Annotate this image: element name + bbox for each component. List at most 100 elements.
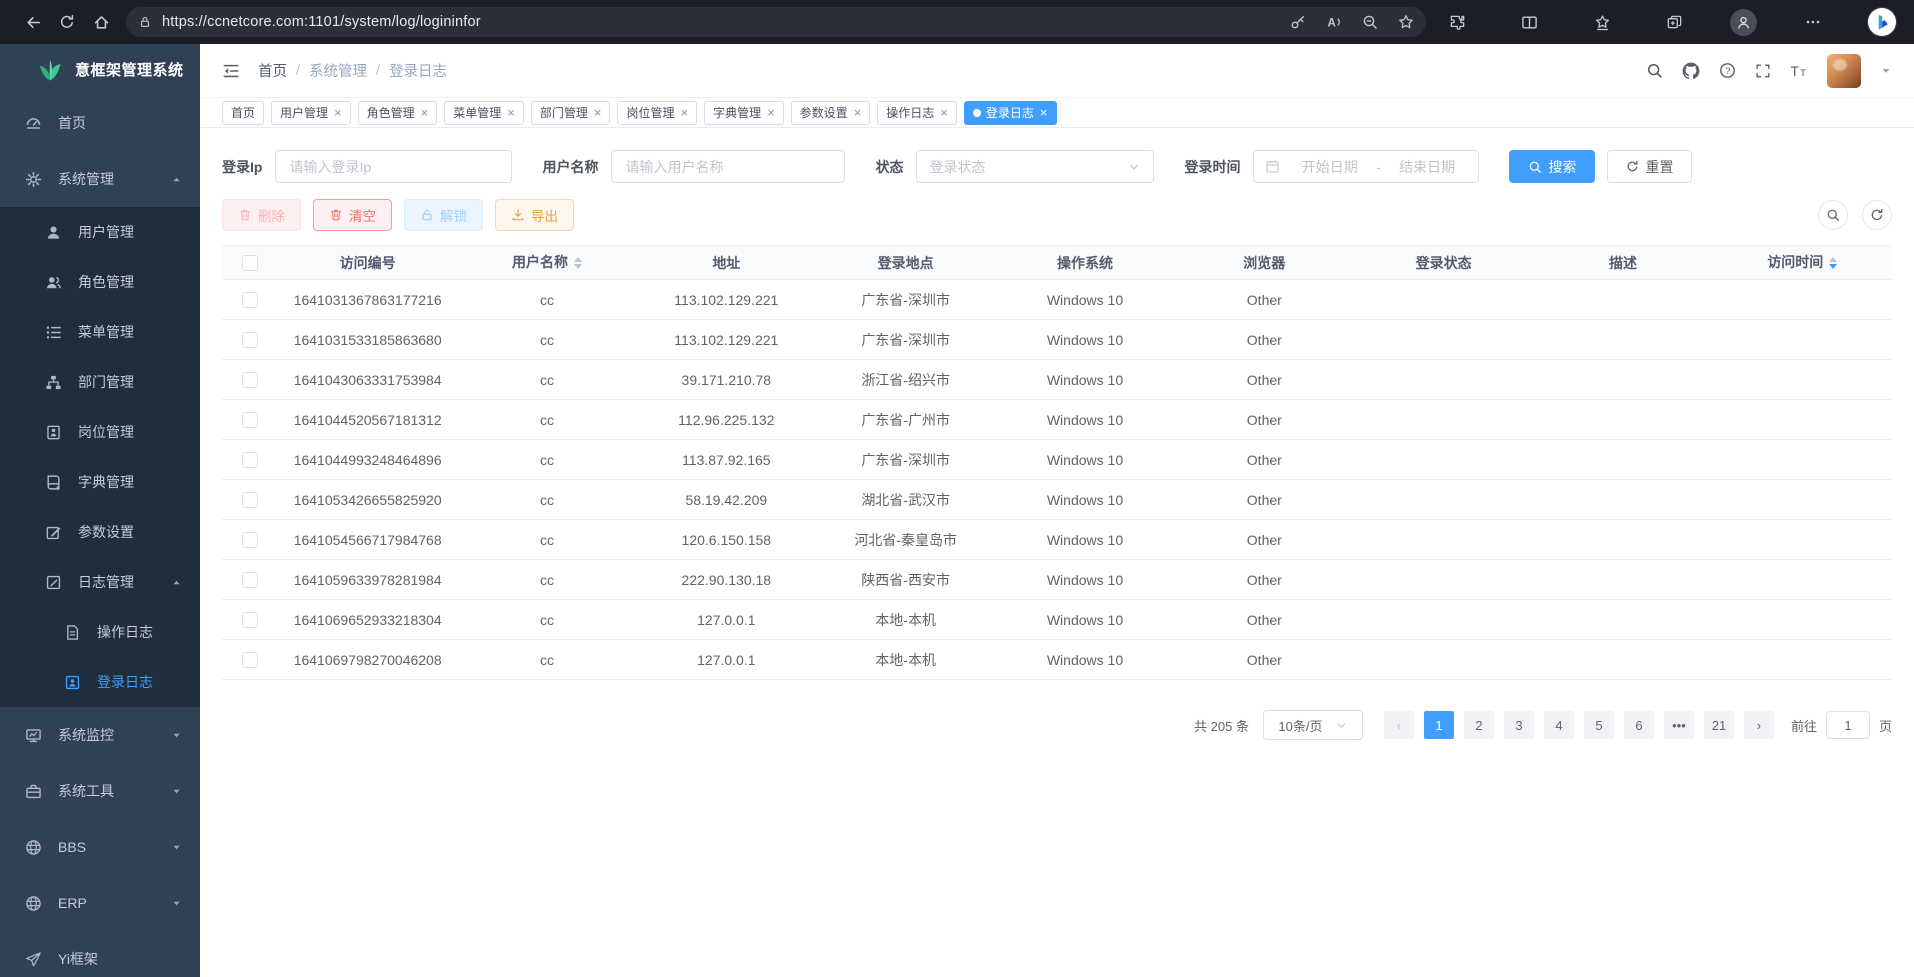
row-checkbox[interactable] xyxy=(242,532,258,548)
github-icon[interactable] xyxy=(1682,62,1700,80)
end-date-placeholder[interactable]: 结束日期 xyxy=(1387,157,1468,177)
tab-view[interactable]: 部门管理× xyxy=(531,101,611,125)
bing-copilot-icon[interactable] xyxy=(1868,8,1896,36)
sidebar-item[interactable]: 用户管理 xyxy=(0,207,200,257)
refresh-table-icon[interactable] xyxy=(1862,200,1892,230)
sidebar-item[interactable]: 系统工具 xyxy=(0,763,200,819)
browser-back-icon[interactable] xyxy=(16,5,50,39)
sidebar-item[interactable]: 首页 xyxy=(0,95,200,151)
date-range-picker[interactable]: 开始日期 - 结束日期 xyxy=(1253,150,1479,183)
sidebar-item[interactable]: 菜单管理 xyxy=(0,307,200,357)
next-page-button[interactable]: › xyxy=(1744,711,1774,739)
sidebar-item[interactable]: 角色管理 xyxy=(0,257,200,307)
goto-page-input[interactable] xyxy=(1826,711,1870,739)
close-icon[interactable]: × xyxy=(680,106,688,119)
tab-view[interactable]: 字典管理× xyxy=(704,101,784,125)
sidebar-item[interactable]: 岗位管理 xyxy=(0,407,200,457)
status-select[interactable]: 登录状态 xyxy=(916,150,1154,183)
row-checkbox[interactable] xyxy=(242,492,258,508)
sidebar-item[interactable]: 部门管理 xyxy=(0,357,200,407)
clear-button[interactable]: 清空 xyxy=(313,199,392,231)
page-button[interactable]: 2 xyxy=(1464,711,1494,739)
favorites-bar-icon[interactable] xyxy=(1585,5,1619,39)
browser-menu-icon[interactable] xyxy=(1796,5,1830,39)
select-all-checkbox[interactable] xyxy=(242,255,258,271)
url-text[interactable]: https://ccnetcore.com:1101/system/log/lo… xyxy=(162,14,1290,30)
tab-view[interactable]: 首页 xyxy=(222,101,264,125)
menu-fold-icon[interactable] xyxy=(222,62,240,80)
row-checkbox[interactable] xyxy=(242,332,258,348)
sidebar-item[interactable]: 字典管理 xyxy=(0,457,200,507)
row-checkbox[interactable] xyxy=(242,612,258,628)
export-button[interactable]: 导出 xyxy=(495,199,574,231)
sidebar-item[interactable]: 日志管理 xyxy=(0,557,200,607)
sort-carets-icon[interactable] xyxy=(574,253,582,273)
browser-refresh-icon[interactable] xyxy=(50,5,84,39)
close-icon[interactable]: × xyxy=(507,106,515,119)
start-date-placeholder[interactable]: 开始日期 xyxy=(1289,157,1370,177)
search-button[interactable]: 搜索 xyxy=(1509,150,1595,183)
tab-view[interactable]: 岗位管理× xyxy=(617,101,697,125)
password-key-icon[interactable] xyxy=(1290,14,1306,30)
sidebar-item[interactable]: 参数设置 xyxy=(0,507,200,557)
sidebar-item[interactable]: ERP xyxy=(0,875,200,931)
row-checkbox[interactable] xyxy=(242,652,258,668)
breadcrumb-item[interactable]: 登录日志 xyxy=(389,60,447,81)
split-screen-icon[interactable] xyxy=(1513,5,1547,39)
user-avatar[interactable] xyxy=(1827,54,1861,88)
tab-view[interactable]: 操作日志× xyxy=(877,101,957,125)
sort-carets-icon[interactable] xyxy=(1829,253,1837,273)
zoom-out-icon[interactable] xyxy=(1362,14,1378,30)
row-checkbox[interactable] xyxy=(242,572,258,588)
user-name-input[interactable] xyxy=(611,150,845,183)
close-icon[interactable]: × xyxy=(767,106,775,119)
favorite-star-icon[interactable] xyxy=(1398,14,1414,30)
page-size-select[interactable]: 10条/页 xyxy=(1263,710,1363,740)
row-checkbox[interactable] xyxy=(242,292,258,308)
login-ip-input[interactable] xyxy=(275,150,512,183)
sidebar-item[interactable]: 系统管理 xyxy=(0,151,200,207)
site-info-icon[interactable] xyxy=(138,15,152,29)
fullscreen-icon[interactable] xyxy=(1755,63,1771,79)
close-icon[interactable]: × xyxy=(1040,106,1048,119)
browser-home-icon[interactable] xyxy=(84,5,118,39)
sidebar-item[interactable]: Yi框架 xyxy=(0,931,200,977)
row-checkbox[interactable] xyxy=(242,412,258,428)
tab-view[interactable]: 参数设置× xyxy=(791,101,871,125)
show-search-icon[interactable] xyxy=(1818,200,1848,230)
unlock-button[interactable]: 解锁 xyxy=(404,199,483,231)
delete-button[interactable]: 删除 xyxy=(222,199,301,231)
breadcrumb-item[interactable]: 系统管理 xyxy=(309,60,367,81)
page-button[interactable]: 21 xyxy=(1704,711,1734,739)
tab-view[interactable]: 角色管理× xyxy=(358,101,438,125)
row-checkbox[interactable] xyxy=(242,452,258,468)
address-bar[interactable]: https://ccnetcore.com:1101/system/log/lo… xyxy=(126,7,1426,37)
sidebar-item[interactable]: 登录日志 xyxy=(0,657,200,707)
close-icon[interactable]: × xyxy=(940,106,948,119)
more-pages-button[interactable]: ••• xyxy=(1664,711,1694,739)
column-header[interactable]: 用户名称 xyxy=(457,246,636,280)
close-icon[interactable]: × xyxy=(594,106,602,119)
help-icon[interactable]: ? xyxy=(1719,62,1736,79)
sidebar-item[interactable]: BBS xyxy=(0,819,200,875)
extensions-icon[interactable] xyxy=(1440,5,1474,39)
sidebar-item[interactable]: 操作日志 xyxy=(0,607,200,657)
close-icon[interactable]: × xyxy=(421,106,429,119)
row-checkbox[interactable] xyxy=(242,372,258,388)
tab-view[interactable]: 登录日志× xyxy=(964,101,1057,125)
page-button[interactable]: 4 xyxy=(1544,711,1574,739)
page-button[interactable]: 5 xyxy=(1584,711,1614,739)
breadcrumb-item[interactable]: 首页 xyxy=(258,60,287,81)
close-icon[interactable]: × xyxy=(334,106,342,119)
prev-page-button[interactable]: ‹ xyxy=(1384,711,1414,739)
browser-profile-icon[interactable] xyxy=(1730,9,1757,36)
close-icon[interactable]: × xyxy=(854,106,862,119)
read-aloud-icon[interactable]: A xyxy=(1326,14,1342,30)
sidebar-item[interactable]: 系统监控 xyxy=(0,707,200,763)
font-size-icon[interactable]: TT xyxy=(1790,62,1808,80)
page-button[interactable]: 3 xyxy=(1504,711,1534,739)
reset-button[interactable]: 重置 xyxy=(1607,150,1692,183)
collections-icon[interactable] xyxy=(1658,5,1692,39)
tab-view[interactable]: 用户管理× xyxy=(271,101,351,125)
header-search-icon[interactable] xyxy=(1646,62,1663,79)
